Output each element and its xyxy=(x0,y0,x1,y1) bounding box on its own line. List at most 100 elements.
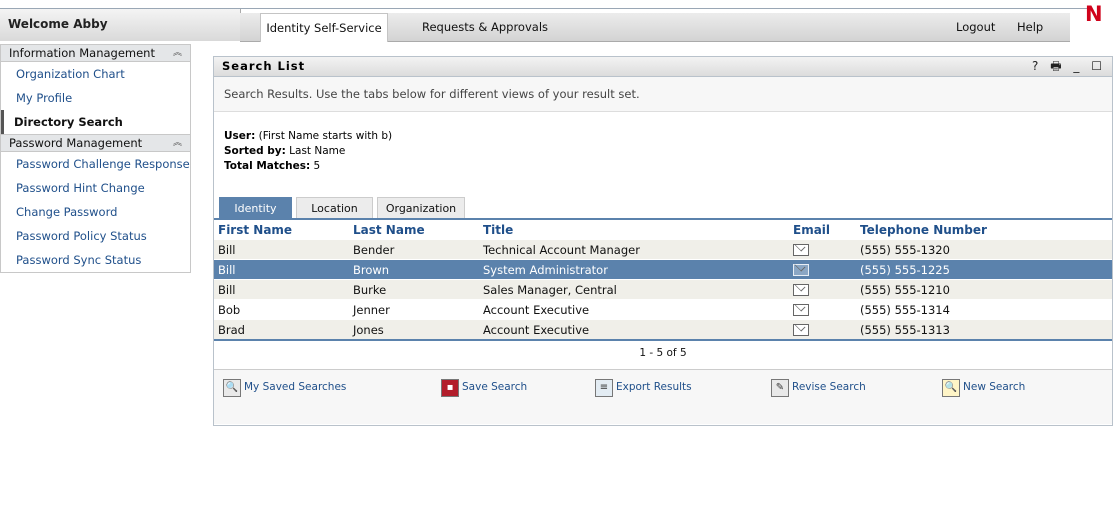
email-icon[interactable] xyxy=(793,284,809,296)
print-icon[interactable]: 🖶 xyxy=(1050,59,1061,73)
cell-telephone: (555) 555-1320 xyxy=(856,239,1112,260)
search-criteria: User: (First Name starts with b) Sorted … xyxy=(224,129,392,174)
cell-telephone: (555) 555-1225 xyxy=(856,259,1112,280)
cell-email xyxy=(789,319,856,341)
criteria-sorted-label: Sorted by: xyxy=(224,145,286,157)
logout-link[interactable]: Logout xyxy=(956,13,995,41)
cell-first-name: Bill xyxy=(214,279,349,300)
pagination-summary: 1 - 5 of 5 xyxy=(639,347,687,359)
new-search-icon: 🔍 xyxy=(942,379,960,397)
cell-last-name: Brown xyxy=(349,259,479,280)
column-header-last-name[interactable]: Last Name xyxy=(349,221,479,240)
criteria-user-value: (First Name starts with b) xyxy=(258,130,393,142)
group-title: Password Management xyxy=(9,136,143,150)
search-list-panel: Search List ? 🖶 _ ☐ Search Results. Use … xyxy=(213,56,1113,426)
tab-organization[interactable]: Organization xyxy=(377,197,465,219)
column-header-email[interactable]: Email xyxy=(789,221,856,240)
table-row[interactable]: Bob Jenner Account Executive (555) 555-1… xyxy=(214,299,1112,320)
help-icon[interactable]: ? xyxy=(1032,59,1038,73)
sidebar-item-my-profile[interactable]: My Profile xyxy=(1,86,190,110)
revise-search-button[interactable]: ✎ Revise Search xyxy=(771,379,866,397)
criteria-total-value: 5 xyxy=(313,160,321,172)
cell-last-name: Jones xyxy=(349,319,479,341)
cell-telephone: (555) 555-1314 xyxy=(856,299,1112,320)
sidebar-item-password-sync-status[interactable]: Password Sync Status xyxy=(1,248,190,272)
maximize-icon[interactable]: ☐ xyxy=(1091,59,1102,73)
my-saved-searches-button[interactable]: 🔍 My Saved Searches xyxy=(223,379,346,397)
sidebar: Information Management ︽ Organization Ch… xyxy=(0,44,191,273)
criteria-total-label: Total Matches: xyxy=(224,160,311,172)
export-results-button[interactable]: ≡ Export Results xyxy=(595,379,692,397)
save-search-button[interactable]: ▪ Save Search xyxy=(441,379,527,397)
cell-title: Sales Manager, Central xyxy=(479,279,789,300)
revise-tools-icon: ✎ xyxy=(771,379,789,397)
brand-logo: N xyxy=(1085,2,1103,26)
welcome-text: Welcome Abby xyxy=(8,17,108,31)
group-header-password-management[interactable]: Password Management ︽ xyxy=(1,134,190,152)
criteria-sorted-value: Last Name xyxy=(289,145,346,157)
collapse-chevron-icon[interactable]: ︽ xyxy=(173,135,182,151)
tab-location[interactable]: Location xyxy=(296,197,373,219)
column-header-title[interactable]: Title xyxy=(479,221,789,240)
table-row[interactable]: Brad Jones Account Executive (555) 555-1… xyxy=(214,319,1112,341)
panel-title: Search List xyxy=(222,59,306,73)
tab-identity-self-service[interactable]: Identity Self-Service xyxy=(260,13,388,42)
sidebar-item-organization-chart[interactable]: Organization Chart xyxy=(1,62,190,86)
cell-email xyxy=(789,259,856,280)
table-header-row: First Name Last Name Title Email Telepho… xyxy=(214,221,1112,240)
cell-telephone: (555) 555-1210 xyxy=(856,279,1112,300)
cell-first-name: Bill xyxy=(214,259,349,280)
cell-title: Account Executive xyxy=(479,319,789,341)
group-title: Information Management xyxy=(9,46,155,60)
tab-requests-approvals[interactable]: Requests & Approvals xyxy=(422,13,548,41)
export-document-icon: ≡ xyxy=(595,379,613,397)
cell-first-name: Bob xyxy=(214,299,349,320)
welcome-area: Welcome Abby xyxy=(0,9,241,41)
cell-first-name: Brad xyxy=(214,319,349,341)
cell-first-name: Bill xyxy=(214,239,349,260)
sidebar-item-directory-search[interactable]: Directory Search xyxy=(1,110,190,134)
cell-email xyxy=(789,299,856,320)
sidebar-item-password-challenge-response[interactable]: Password Challenge Response xyxy=(1,152,190,176)
new-search-button[interactable]: 🔍 New Search xyxy=(942,379,1025,397)
minimize-icon[interactable]: _ xyxy=(1073,59,1079,73)
help-link[interactable]: Help xyxy=(1017,13,1043,41)
main-tab-bar: Identity Self-Service Requests & Approva… xyxy=(240,13,1070,42)
cell-title: System Administrator xyxy=(479,259,789,280)
column-header-first-name[interactable]: First Name xyxy=(214,221,349,240)
cell-last-name: Burke xyxy=(349,279,479,300)
cell-telephone: (555) 555-1313 xyxy=(856,319,1112,341)
saved-searches-icon: 🔍 xyxy=(223,379,241,397)
save-disk-icon: ▪ xyxy=(441,379,459,397)
my-saved-searches-label: My Saved Searches xyxy=(244,381,347,393)
sidebar-item-change-password[interactable]: Change Password xyxy=(1,200,190,224)
cell-email xyxy=(789,239,856,260)
table-row-selected[interactable]: Bill Brown System Administrator (555) 55… xyxy=(214,259,1112,280)
cell-last-name: Jenner xyxy=(349,299,479,320)
app-header: Welcome Abby Identity Self-Service Reque… xyxy=(0,0,1120,44)
collapse-chevron-icon[interactable]: ︽ xyxy=(173,45,182,61)
cell-last-name: Bender xyxy=(349,239,479,260)
action-bar: 🔍 My Saved Searches ▪ Save Search ≡ Export … xyxy=(214,370,1112,424)
panel-toolbar: ? 🖶 _ ☐ xyxy=(1024,57,1102,76)
results-table: First Name Last Name Title Email Telepho… xyxy=(214,221,1112,341)
group-header-information-management[interactable]: Information Management ︽ xyxy=(1,44,190,62)
column-header-telephone[interactable]: Telephone Number xyxy=(856,221,1112,240)
sidebar-item-password-hint-change[interactable]: Password Hint Change xyxy=(1,176,190,200)
sidebar-item-password-policy-status[interactable]: Password Policy Status xyxy=(1,224,190,248)
new-search-label: New Search xyxy=(963,381,1026,393)
save-search-label: Save Search xyxy=(462,381,528,393)
tab-underline xyxy=(214,218,1112,220)
table-row[interactable]: Bill Bender Technical Account Manager (5… xyxy=(214,239,1112,260)
email-icon[interactable] xyxy=(793,324,809,336)
cell-title: Technical Account Manager xyxy=(479,239,789,260)
email-icon[interactable] xyxy=(793,304,809,316)
export-results-label: Export Results xyxy=(616,381,692,393)
email-icon[interactable] xyxy=(793,264,809,276)
panel-title-bar: Search List ? 🖶 _ ☐ xyxy=(214,57,1112,77)
tab-identity[interactable]: Identity xyxy=(219,197,292,219)
criteria-user-label: User: xyxy=(224,130,256,142)
email-icon[interactable] xyxy=(793,244,809,256)
table-row[interactable]: Bill Burke Sales Manager, Central (555) … xyxy=(214,279,1112,300)
cell-title: Account Executive xyxy=(479,299,789,320)
